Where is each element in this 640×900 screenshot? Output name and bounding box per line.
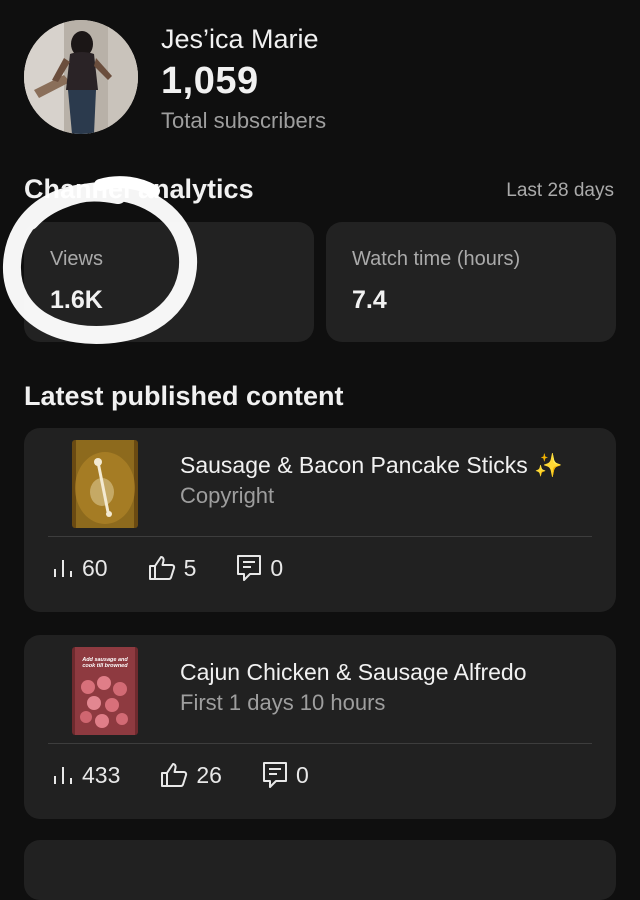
comment-icon bbox=[262, 762, 287, 788]
video-card[interactable]: Sausage & Bacon Pancake Sticks ✨ Copyrig… bbox=[24, 428, 616, 612]
comments-count: 0 bbox=[270, 554, 284, 581]
subscriber-label: Total subscribers bbox=[161, 108, 327, 133]
thumbnail-caption: Add sausage and cook till browned bbox=[82, 657, 128, 669]
date-range-label[interactable]: Last 28 days bbox=[506, 180, 614, 202]
video-thumbnail[interactable] bbox=[72, 440, 138, 528]
watch-time-stat-card[interactable]: Watch time (hours) 7.4 bbox=[326, 222, 616, 342]
views-count: 433 bbox=[82, 761, 121, 788]
likes-count: 26 bbox=[196, 761, 222, 788]
watch-time-value: 7.4 bbox=[352, 286, 387, 314]
video-card[interactable]: Add sausage and cook till browned Cajun … bbox=[24, 635, 616, 819]
latest-content-title: Latest published content bbox=[24, 381, 344, 411]
video-card-partial[interactable] bbox=[24, 840, 616, 900]
video-status: Copyright bbox=[180, 483, 275, 508]
video-title[interactable]: Cajun Chicken & Sausage Alfredo bbox=[180, 659, 527, 686]
avatar-photo bbox=[24, 20, 138, 134]
channel-avatar[interactable] bbox=[24, 20, 138, 134]
bar-chart-icon bbox=[54, 560, 72, 577]
likes-metric: 5 bbox=[148, 554, 197, 582]
comments-metric: 0 bbox=[236, 554, 283, 582]
comments-metric: 0 bbox=[262, 761, 309, 789]
views-count: 60 bbox=[82, 554, 108, 581]
divider bbox=[48, 743, 592, 744]
video-title[interactable]: Sausage & Bacon Pancake Sticks ✨ bbox=[180, 452, 563, 479]
thumbs-up-icon bbox=[148, 556, 175, 580]
subscriber-count: 1,059 bbox=[161, 60, 259, 102]
watch-time-label: Watch time (hours) bbox=[352, 248, 521, 270]
views-metric: 433 bbox=[52, 762, 120, 789]
divider bbox=[48, 536, 592, 537]
comment-icon bbox=[237, 555, 262, 581]
channel-name: Jes’ica Marie bbox=[161, 24, 319, 54]
video-status: First 1 days 10 hours bbox=[180, 690, 386, 715]
video-metrics: 60 5 0 bbox=[52, 553, 283, 583]
bar-chart-icon bbox=[54, 767, 72, 784]
channel-header: Jes’ica Marie 1,059 Total subscribers bbox=[24, 20, 624, 140]
views-metric: 60 bbox=[52, 555, 108, 582]
views-label: Views bbox=[50, 248, 103, 270]
views-stat-card[interactable]: Views 1.6K bbox=[24, 222, 314, 342]
thumbs-up-icon bbox=[161, 763, 188, 787]
video-metrics: 433 26 0 bbox=[52, 760, 309, 790]
comments-count: 0 bbox=[295, 761, 309, 788]
likes-metric: 26 bbox=[160, 762, 222, 789]
video-thumbnail[interactable]: Add sausage and cook till browned bbox=[72, 647, 138, 735]
channel-analytics-title: Channel analytics bbox=[24, 174, 254, 204]
views-value: 1.6K bbox=[50, 286, 103, 314]
likes-count: 5 bbox=[183, 554, 197, 581]
